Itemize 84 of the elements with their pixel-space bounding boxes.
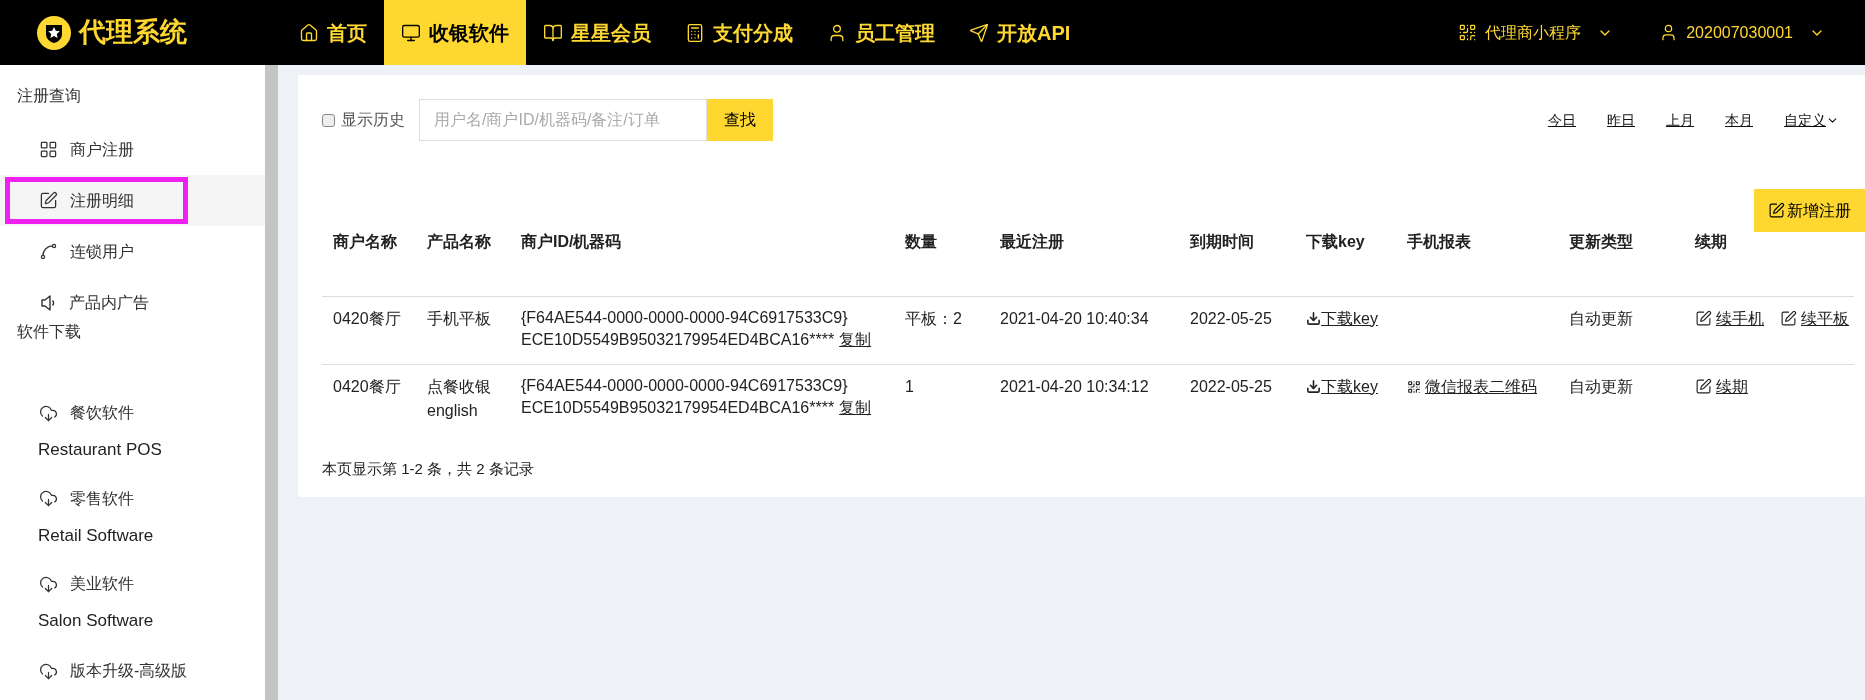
date-link[interactable]: 本月 [1725,109,1753,131]
sidebar-item[interactable]: 商户注册 [5,126,188,173]
new-registration-button[interactable]: 新增注册 [1754,189,1865,232]
nav-tab[interactable]: 开放API [952,0,1088,65]
renew-link[interactable]: 续手机 [1695,306,1764,331]
merchant-id-text: {F64AE544-0000-0000-0000-94C6917533C9} [521,375,849,396]
sidebar-item[interactable]: 零售软件 Retail Software [5,476,188,558]
copy-link[interactable]: 复制 [839,396,872,419]
search-field[interactable]: 用户名/商户ID/机器码/备注/订单 [419,99,707,141]
download-icon [1306,379,1321,394]
date-link[interactable]: 昨日 [1607,109,1635,131]
column-header: 产品名称 [416,222,510,296]
table-cell: 手机平板 [416,296,510,364]
monitor-icon [401,22,421,43]
table-cell: 自动更新 [1558,296,1684,364]
nav-tab[interactable]: 首页 [282,0,384,65]
column-header: 最近注册 [989,222,1179,296]
nav-dropdown[interactable]: 代理商小程序 [1458,20,1614,45]
table-cell: 2022-05-25 [1179,364,1295,433]
renew-link[interactable]: 续平板 [1780,306,1849,331]
copy-link[interactable]: 复制 [839,328,872,351]
date-link[interactable]: 今日 [1548,109,1576,131]
table-cell: 0420餐厅 [322,364,416,433]
section-heading: 软件下载 [16,322,82,342]
table-cell: 2022-05-25 [1179,296,1295,364]
cloud-download-icon [39,489,58,508]
nav-tab[interactable]: 支付分成 [668,0,810,65]
date-link[interactable]: 自定义 [1784,109,1839,131]
home-icon [299,22,319,43]
merchant-id-text: {F64AE544-0000-0000-0000-94C6917533C9} [521,307,849,328]
qr-code-icon [1407,379,1421,394]
download-key-link[interactable]: 下载key [1306,306,1396,331]
edit-icon [1768,202,1785,219]
date-link[interactable]: 上月 [1666,109,1694,131]
sidebar-item[interactable]: 连锁用户 [5,228,188,275]
brand-title: 代理系统 [79,16,187,50]
checkbox[interactable] [322,113,335,127]
column-header: 商户名称 [322,222,416,296]
section-heading: 注册查询 [16,86,82,106]
edit-icon [1780,310,1797,327]
nav-tab[interactable]: 员工管理 [810,0,952,65]
nav-dropdown[interactable]: 202007030001 [1659,20,1825,45]
calculator-icon [685,22,705,43]
column-header: 下载key [1295,222,1396,296]
sidebar-item[interactable]: 版本升级-高级版 [5,647,188,695]
nav-tab[interactable]: 收银软件 [384,0,526,65]
sidebar-item[interactable]: 美业软件 Salon Software [5,562,188,644]
table-cell: 2021-04-20 10:34:12 [989,364,1179,433]
column-header: 到期时间 [1179,222,1295,296]
table-cell: 平板：2 [894,296,989,364]
edit-icon [39,191,58,210]
qr-report-link[interactable]: 微信报表二维码 [1407,374,1558,399]
curve-icon [39,242,58,261]
edit-icon [1695,310,1712,327]
speaker-icon [41,294,55,311]
table-cell: 2021-04-20 10:40:34 [989,296,1179,364]
search-button[interactable]: 查找 [707,99,773,141]
column-header: 更新类型 [1558,222,1684,296]
show-history-checkbox[interactable]: 显示历史 [322,108,405,132]
paper-plane-icon [969,22,989,43]
table-cell: 自动更新 [1558,364,1684,433]
cloud-download-icon [39,574,58,594]
sidebar-item[interactable]: 餐饮软件 Restaurant POS [5,391,188,473]
cloud-download-icon [39,403,58,423]
machine-code-text: ECE10D5549B95032179954ED4BCA16**** [521,397,835,418]
column-header: 商户ID/机器码 [510,222,894,296]
column-header: 手机报表 [1396,222,1558,296]
sidebar-item[interactable]: 注册明细 [5,177,188,224]
cloud-download-icon [39,661,58,681]
download-key-link[interactable]: 下载key [1306,374,1396,399]
pagination-summary: 本页显示第 1-2 条，共 2 条记录 [322,458,535,479]
nav-tab[interactable]: 星星会员 [526,0,668,65]
qr-code-icon [1458,23,1478,42]
grid-icon [39,140,58,159]
edit-icon [1695,378,1712,395]
book-icon [543,22,563,43]
download-icon [1306,311,1321,326]
machine-code-text: ECE10D5549B95032179954ED4BCA16**** [521,329,835,350]
renew-link[interactable]: 续期 [1695,374,1748,399]
table-cell: 点餐收银 english [416,364,510,433]
logo-icon [37,15,71,50]
column-header: 数量 [894,222,989,296]
table-cell: 0420餐厅 [322,296,416,364]
table-cell: 1 [894,364,989,433]
